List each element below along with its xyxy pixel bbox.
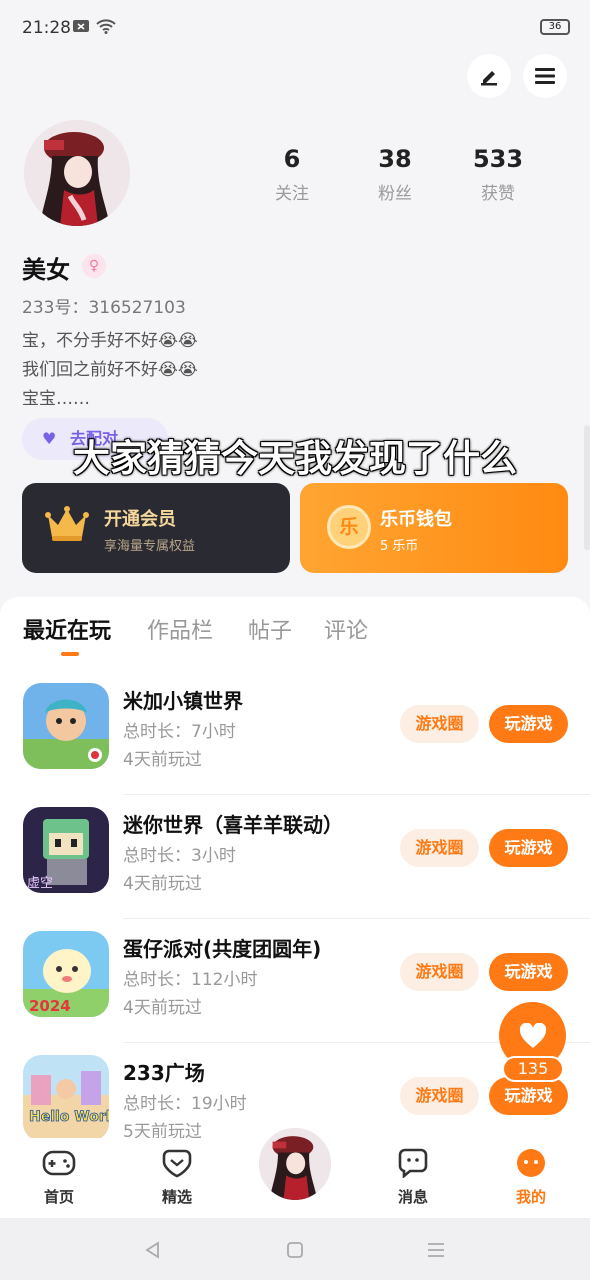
game-duration: 总时长：19小时: [123, 1094, 247, 1114]
profile-face-icon: [517, 1149, 545, 1177]
nav-label: 首页: [43, 1188, 74, 1206]
edit-icon: [481, 71, 497, 86]
game-icon-text: 虚空: [27, 876, 53, 891]
vip-card-title: 开通会员: [104, 509, 176, 530]
like-count-badge: 135: [502, 1056, 564, 1082]
avatar-image: [24, 120, 130, 226]
username: 美女: [22, 256, 70, 284]
wifi-icon: [96, 19, 116, 34]
tab-comments[interactable]: 评论: [324, 613, 368, 645]
play-game-button[interactable]: 玩游戏: [489, 1077, 568, 1115]
stat-value: 533: [472, 145, 524, 173]
profile-avatar[interactable]: [24, 120, 130, 226]
user-id: 233号：316527103: [22, 298, 186, 318]
wallet-card-title: 乐币钱包: [380, 509, 452, 530]
stat-label: 获赞: [481, 184, 515, 204]
content-sheet: 最近在玩 作品栏 帖子 评论 米加小镇世界 总时长：7小时 4天前玩过 游戏圈 …: [0, 597, 590, 1157]
featured-icon: [162, 1149, 192, 1178]
tab-posts[interactable]: 帖子: [248, 613, 292, 645]
play-game-button[interactable]: 玩游戏: [489, 829, 568, 867]
game-duration: 总时长：112小时: [123, 970, 258, 990]
wallet-card[interactable]: 乐 乐币钱包 5 乐币: [300, 483, 568, 573]
nav-featured[interactable]: 精选: [137, 1148, 217, 1207]
game-circle-button[interactable]: 游戏圈: [400, 829, 479, 867]
game-icon: [23, 683, 109, 769]
game-last-played: 4天前玩过: [123, 874, 202, 894]
vip-card-subtitle: 享海量专属权益: [104, 539, 196, 554]
game-item[interactable]: 虚空 迷你世界（喜羊羊联动） 总时长：3小时 4天前玩过 游戏圈 玩游戏: [0, 795, 590, 919]
tab-works[interactable]: 作品栏: [147, 613, 213, 645]
nav-home[interactable]: 首页: [19, 1148, 99, 1207]
game-icon: 虚空: [23, 807, 109, 893]
stat-followers[interactable]: 38 粉丝: [355, 145, 435, 204]
bio-line: 我们回之前好不好😭😭: [22, 360, 198, 380]
home-icon[interactable]: [285, 1240, 305, 1260]
nav-me[interactable]: 我的: [491, 1148, 571, 1207]
game-circle-button[interactable]: 游戏圈: [400, 1077, 479, 1115]
message-icon: [398, 1148, 428, 1179]
stat-label: 关注: [275, 184, 309, 204]
game-name: 233广场: [123, 1061, 205, 1085]
game-name: 蛋仔派对(共度团圆年): [123, 937, 322, 961]
gender-female-icon: ♀: [82, 254, 106, 278]
gamepad-icon: [42, 1150, 76, 1176]
game-item[interactable]: 米加小镇世界 总时长：7小时 4天前玩过 游戏圈 玩游戏: [0, 671, 590, 795]
menu-button[interactable]: [523, 54, 567, 98]
tab-recent[interactable]: 最近在玩: [23, 613, 111, 645]
stat-likes[interactable]: 533 获赞: [458, 145, 538, 204]
nav-label: 我的: [515, 1188, 546, 1206]
back-icon[interactable]: [143, 1240, 163, 1260]
game-name: 米加小镇世界: [123, 689, 243, 713]
avatar-image: [259, 1128, 331, 1200]
edit-button[interactable]: [467, 54, 511, 98]
game-icon-text: Hello World: [29, 1109, 109, 1125]
nav-label: 精选: [161, 1188, 192, 1206]
game-icon: Hello World: [23, 1055, 109, 1141]
stat-value: 6: [283, 145, 301, 173]
status-time: 21:28: [22, 18, 71, 38]
tab-bar: 最近在玩 作品栏 帖子 评论: [0, 597, 590, 663]
system-nav-bar: [0, 1218, 590, 1280]
menu-icon: [535, 68, 555, 84]
tab-indicator: [61, 652, 79, 656]
battery-icon: 36: [540, 19, 570, 35]
wallet-card-subtitle: 5 乐币: [380, 539, 419, 554]
game-circle-button[interactable]: 游戏圈: [400, 705, 479, 743]
bio-line: 宝，不分手好不好😭😭: [22, 331, 198, 351]
status-bar: 21:28 36: [0, 0, 590, 56]
crown-icon: [45, 506, 89, 541]
coin-icon: 乐: [327, 505, 371, 549]
play-game-button[interactable]: 玩游戏: [489, 953, 568, 991]
bio-line: 宝宝……: [22, 389, 90, 409]
game-icon-text: 2024: [29, 997, 71, 1015]
game-last-played: 4天前玩过: [123, 750, 202, 770]
vip-card[interactable]: 开通会员 享海量专属权益: [22, 483, 290, 573]
nav-label: 消息: [397, 1188, 428, 1206]
recents-icon[interactable]: [426, 1241, 446, 1259]
stat-label: 粉丝: [378, 184, 412, 204]
game-icon: 2024: [23, 931, 109, 1017]
game-last-played: 4天前玩过: [123, 998, 202, 1018]
stat-value: 38: [378, 145, 412, 173]
nav-messages[interactable]: 消息: [373, 1148, 453, 1207]
overlay-caption: 大家猜猜今天我发现了什么: [73, 437, 517, 480]
game-name: 迷你世界（喜羊羊联动）: [123, 813, 343, 837]
play-game-button[interactable]: 玩游戏: [489, 705, 568, 743]
game-duration: 总时长：7小时: [123, 722, 236, 742]
game-duration: 总时长：3小时: [123, 846, 236, 866]
notification-icon: [73, 20, 89, 32]
heart-icon: [519, 1022, 546, 1048]
stat-following[interactable]: 6 关注: [252, 145, 332, 204]
game-circle-button[interactable]: 游戏圈: [400, 953, 479, 991]
scrollbar[interactable]: [584, 425, 590, 550]
center-avatar-button[interactable]: [255, 1124, 335, 1204]
